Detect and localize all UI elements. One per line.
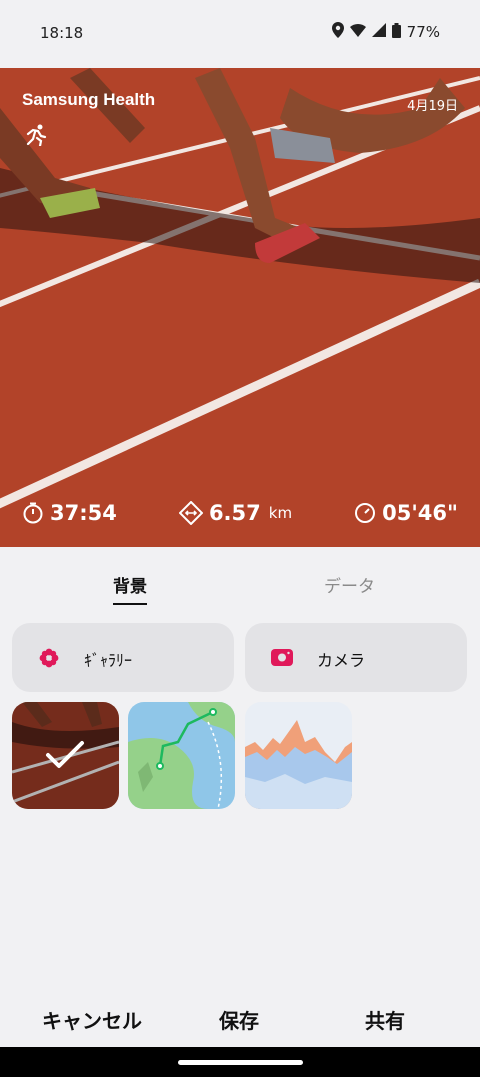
cancel-button[interactable]: キャンセル [42,1005,142,1034]
tab-data[interactable]: データ [324,572,375,597]
background-thumbnail-map[interactable] [128,702,235,809]
share-button[interactable]: 共有 [365,1005,405,1034]
action-bar: キャンセル 保存 共有 [0,995,480,1045]
gallery-button[interactable]: ｷﾞｬﾗﾘｰ [12,623,234,692]
camera-icon [271,647,293,671]
stat-pace: 05'46" [354,501,458,525]
distance-icon [178,501,203,525]
stat-distance: 6.57 km [178,501,293,525]
tab-background[interactable]: 背景 [113,572,147,605]
location-icon [331,22,344,42]
save-button[interactable]: 保存 [219,1005,259,1034]
brand-title: Samsung Health [22,90,156,109]
battery-icon [391,22,401,42]
stat-duration: 37:54 [22,501,117,525]
stats-row: 37:54 6.57 km 05'46" [0,501,480,525]
gallery-label: ｷﾞｬﾗﾘｰ [84,651,133,670]
background-thumbnail-photo[interactable] [12,702,119,809]
distance-unit: km [268,504,293,522]
home-indicator[interactable] [178,1060,303,1065]
pace-value: 05'46" [382,501,458,525]
status-icons: 77% [331,22,440,42]
status-bar: 18:18 77% [0,0,480,68]
navigation-bar [0,1047,480,1077]
camera-label: カメラ [317,651,366,670]
battery-percent: 77% [406,23,440,41]
checkmark-icon [45,740,85,774]
share-preview-image: Samsung Health 4月19日 37:54 6.57 km 05'46" [0,68,480,547]
duration-value: 37:54 [50,501,117,525]
running-track-photo [0,68,480,547]
wifi-icon [349,23,366,41]
flower-icon [38,647,60,673]
camera-button[interactable]: カメラ [245,623,467,692]
signal-icon [371,23,386,41]
tab-bar: 背景 データ [0,560,480,610]
activity-date: 4月19日 [407,99,458,114]
distance-value: 6.57 [208,501,261,525]
running-icon [24,124,48,146]
pace-icon [354,502,376,524]
background-thumbnail-chart[interactable] [245,702,352,809]
status-time: 18:18 [40,24,84,42]
timer-icon [22,502,44,524]
